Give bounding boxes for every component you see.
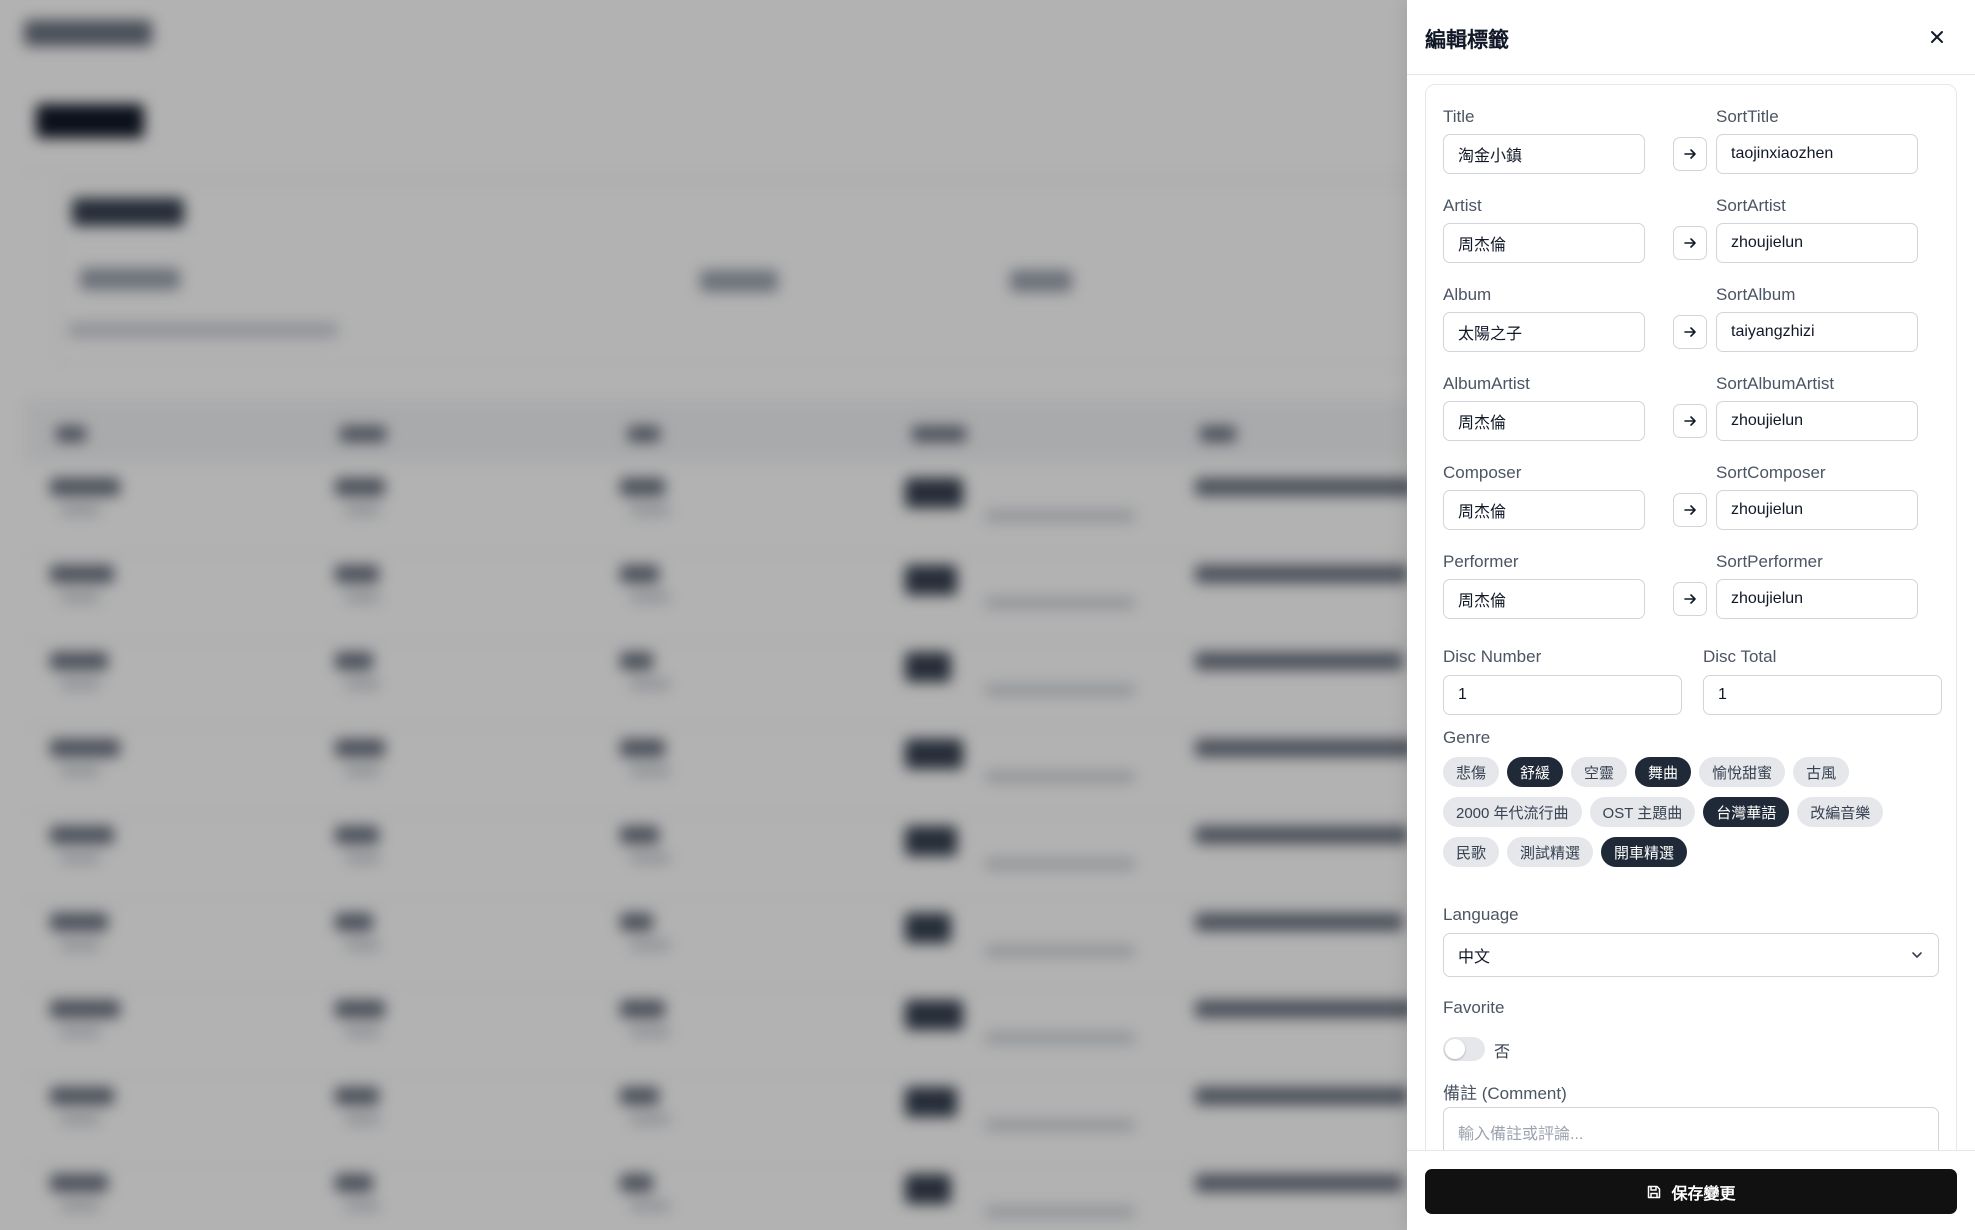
field-input[interactable]: 周杰倫 [1443, 490, 1645, 530]
sort-field-label: SortAlbumArtist [1716, 374, 1835, 393]
field-input[interactable]: 周杰倫 [1443, 579, 1645, 619]
field-label: Album [1443, 285, 1492, 304]
sort-field-label: SortArtist [1716, 196, 1786, 215]
genre-chip[interactable]: 空靈 [1571, 757, 1628, 787]
disc-number-input[interactable]: 1 [1443, 675, 1682, 715]
genre-chip[interactable]: 悲傷 [1443, 757, 1500, 787]
genre-chip[interactable]: 測試精選 [1507, 837, 1594, 867]
genre-chip-row: 民歌 測試精選 開車精選 [1443, 837, 1943, 867]
drawer-footer: 保存變更 [1407, 1150, 1975, 1230]
sort-field-input[interactable]: zhoujielun [1716, 401, 1918, 441]
arrow-right-icon [1684, 416, 1696, 426]
sort-field-input[interactable]: zhoujielun [1716, 223, 1918, 263]
save-icon [1648, 1185, 1661, 1198]
genre-chip[interactable]: 2000 年代流行曲 [1443, 797, 1582, 827]
genre-chip[interactable]: OST 主題曲 [1589, 797, 1696, 827]
genre-chip-row: 悲傷 舒緩 空靈 舞曲 愉悅甜蜜 古風 [1443, 757, 1943, 787]
save-button-label: 保存變更 [1671, 1185, 1736, 1203]
disc-total-label: Disc Total [1703, 647, 1777, 666]
sort-field-input[interactable]: taojinxiaozhen [1716, 134, 1918, 174]
copy-to-sort-button[interactable] [1673, 493, 1707, 527]
comment-textarea[interactable]: 輸入備註或評論... [1443, 1107, 1939, 1150]
genre-chip[interactable]: 古風 [1793, 757, 1850, 787]
drawer-title: 編輯標籤 [1425, 29, 1509, 52]
drawer-scroll-area[interactable]: Title 淘金小鎮 SortTitle taojinxiaozhen Artist 周杰… [1407, 76, 1975, 1150]
disc-number-label: Disc Number [1443, 647, 1542, 666]
field-label: Artist [1443, 196, 1482, 215]
copy-to-sort-button[interactable] [1673, 226, 1707, 260]
genre-chip-row: 2000 年代流行曲 OST 主題曲 台灣華語 改編音樂 [1443, 797, 1943, 827]
field-label: Composer [1443, 463, 1522, 482]
genre-chip[interactable]: 台灣華語 [1703, 797, 1790, 827]
sort-field-label: SortComposer [1716, 463, 1826, 482]
sort-field-input[interactable]: zhoujielun [1716, 579, 1918, 619]
copy-to-sort-button[interactable] [1673, 582, 1707, 616]
language-value: 中文 [1458, 949, 1491, 966]
genre-chip-group: 悲傷 舒緩 空靈 舞曲 愉悅甜蜜 古風 2000 年代流行曲 OST 主題曲 台灣華語 改編音樂民… [1443, 757, 1943, 877]
tag-form: Title 淘金小鎮 SortTitle taojinxiaozhen Artist 周杰… [1425, 84, 1957, 1150]
field-label: Title [1443, 107, 1475, 126]
arrow-right-icon [1684, 238, 1696, 248]
drawer-header: 編輯標籤 [1407, 0, 1975, 75]
arrow-right-icon [1684, 149, 1696, 159]
comment-label: 備註 (Comment) [1443, 1084, 1567, 1103]
field-input[interactable]: 淘金小鎮 [1443, 134, 1645, 174]
close-button[interactable] [1922, 22, 1952, 52]
favorite-state-text: 否 [1494, 1044, 1511, 1061]
arrow-right-icon [1684, 505, 1696, 515]
sort-field-label: SortTitle [1716, 107, 1779, 126]
favorite-label: Favorite [1443, 998, 1505, 1017]
field-input[interactable]: 太陽之子 [1443, 312, 1645, 352]
field-label: AlbumArtist [1443, 374, 1530, 393]
arrow-right-icon [1684, 327, 1696, 337]
sort-field-input[interactable]: taiyangzhizi [1716, 312, 1918, 352]
toggle-knob [1445, 1039, 1465, 1059]
genre-chip[interactable]: 舒緩 [1507, 757, 1564, 787]
genre-chip[interactable]: 愉悅甜蜜 [1699, 757, 1786, 787]
language-select[interactable]: 中文 [1443, 933, 1939, 977]
disc-total-input[interactable]: 1 [1703, 675, 1942, 715]
close-icon [1931, 31, 1943, 43]
arrow-right-icon [1684, 594, 1696, 604]
genre-chip[interactable]: 舞曲 [1635, 757, 1692, 787]
genre-chip[interactable]: 改編音樂 [1797, 797, 1884, 827]
copy-to-sort-button[interactable] [1673, 315, 1707, 349]
copy-to-sort-button[interactable] [1673, 404, 1707, 438]
favorite-toggle[interactable] [1443, 1037, 1485, 1061]
copy-to-sort-button[interactable] [1673, 137, 1707, 171]
genre-chip[interactable]: 民歌 [1443, 837, 1500, 867]
sort-field-label: SortAlbum [1716, 285, 1796, 304]
save-changes-button[interactable]: 保存變更 [1425, 1169, 1957, 1214]
language-label: Language [1443, 905, 1519, 924]
genre-label: Genre [1443, 728, 1491, 747]
field-input[interactable]: 周杰倫 [1443, 401, 1645, 441]
edit-tags-drawer: 編輯標籤 Title 淘金小鎮 SortTitle taojinxiaozhen Art… [1407, 0, 1975, 1230]
chevron-down-icon [1912, 952, 1922, 958]
sort-field-label: SortPerformer [1716, 552, 1823, 571]
field-label: Performer [1443, 552, 1519, 571]
field-input[interactable]: 周杰倫 [1443, 223, 1645, 263]
sort-field-input[interactable]: zhoujielun [1716, 490, 1918, 530]
genre-chip[interactable]: 開車精選 [1601, 837, 1688, 867]
